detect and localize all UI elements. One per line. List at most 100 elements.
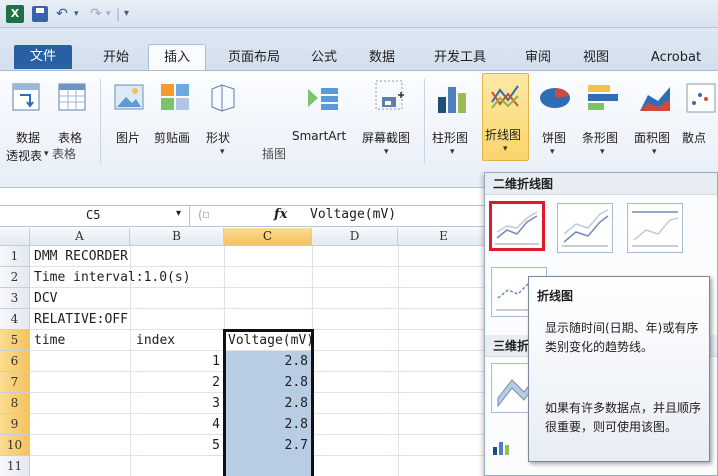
row-header-5[interactable]: 5 xyxy=(0,330,30,351)
excel-logo-icon[interactable]: X xyxy=(6,5,24,23)
cell-b6[interactable]: 1 xyxy=(132,351,220,372)
smartart-icon xyxy=(308,88,338,110)
area-chart-button[interactable]: 面积图 ▾ xyxy=(632,75,676,163)
column-chart-button[interactable]: 柱形图 ▾ xyxy=(428,75,478,163)
row-header-2[interactable]: 2 xyxy=(0,267,30,288)
tooltip-usage-hint: 如果有许多数据点，并且顺序很重要，则可使用该图。 xyxy=(545,401,702,434)
bar-chart-icon xyxy=(588,85,618,110)
screenshot-button[interactable]: 屏幕截图 ▾ xyxy=(358,75,420,163)
row-header-6[interactable]: 6 xyxy=(0,351,30,372)
column-header-c[interactable]: C xyxy=(224,228,312,246)
shapes-label: 形状 xyxy=(206,131,231,145)
smartart-button[interactable]: SmartArt xyxy=(288,75,358,145)
picture-label: 图片 xyxy=(116,131,141,145)
pivot-table-icon xyxy=(12,83,40,111)
tab-acrobat[interactable]: Acrobat xyxy=(640,47,712,70)
row-header-4[interactable]: 4 xyxy=(0,309,30,330)
cell-a1[interactable]: DMM RECORDER xyxy=(34,246,128,267)
table-button[interactable]: 表格 xyxy=(52,75,92,145)
column-header-e[interactable]: E xyxy=(398,228,490,246)
undo-dropdown-icon[interactable]: ▾ xyxy=(74,5,79,23)
tab-view[interactable]: 视图 xyxy=(576,47,616,70)
shapes-chevron-down-icon: ▾ xyxy=(220,147,225,157)
clipart-label: 剪贴画 xyxy=(154,131,191,145)
cell-c6[interactable]: 2.8 xyxy=(228,351,308,372)
row-header-11[interactable]: 11 xyxy=(0,456,30,476)
cell-c8[interactable]: 2.8 xyxy=(228,393,308,414)
formula-input[interactable]: Voltage(mV) xyxy=(310,207,396,222)
name-box[interactable]: C5 ▾ xyxy=(0,206,190,226)
percent-line-icon xyxy=(632,211,679,247)
picture-button[interactable]: 图片 xyxy=(106,75,150,145)
picture-icon xyxy=(114,84,144,110)
cell-a4[interactable]: RELATIVE:OFF xyxy=(34,309,128,330)
customize-qat-icon[interactable]: ▾ xyxy=(124,5,129,23)
select-all-corner[interactable] xyxy=(0,228,30,246)
clipart-icon xyxy=(161,84,189,110)
tab-data[interactable]: 数据 xyxy=(362,47,402,70)
worksheet-grid: A B C D E 1 2 3 4 5 6 7 8 9 10 11 DMM RE… xyxy=(0,228,490,476)
tab-developer[interactable]: 开发工具 xyxy=(420,47,500,70)
insert-function-icon[interactable]: fx xyxy=(274,207,287,222)
tab-page-layout[interactable]: 页面布局 xyxy=(216,47,292,70)
cell-a3[interactable]: DCV xyxy=(34,288,57,309)
group-illustrations-label: 插图 xyxy=(262,147,287,161)
row-header-8[interactable]: 8 xyxy=(0,393,30,414)
redo-dropdown-icon[interactable]: ▾ xyxy=(106,5,111,23)
scatter-chart-label: 散点 xyxy=(682,131,707,145)
cell-c7[interactable]: 2.8 xyxy=(228,372,308,393)
cell-a5[interactable]: time xyxy=(34,330,65,351)
row-header-7[interactable]: 7 xyxy=(0,372,30,393)
gallery-section-2d: 二维折线图 xyxy=(485,173,717,195)
row-header-10[interactable]: 10 xyxy=(0,435,30,456)
tab-home[interactable]: 开始 xyxy=(90,47,142,70)
shapes-button[interactable]: 形状 ▾ xyxy=(202,75,242,163)
cell-c10[interactable]: 2.7 xyxy=(228,435,308,456)
scatter-chart-icon xyxy=(686,83,716,113)
tab-file[interactable]: 文件 xyxy=(14,45,72,69)
row-header-3[interactable]: 3 xyxy=(0,288,30,309)
redo-icon[interactable]: ↷ xyxy=(90,5,102,23)
line-chart-label: 折线图 xyxy=(485,128,522,142)
area-chart-icon xyxy=(640,87,670,111)
quick-access-toolbar: X ↶ ▾ ↷ ▾ | ▾ xyxy=(0,0,718,28)
pivot-table-label-1: 数据 xyxy=(16,131,41,145)
undo-icon[interactable]: ↶ xyxy=(56,5,68,23)
column-header-a[interactable]: A xyxy=(30,228,130,246)
name-box-chevron-down-icon[interactable]: ▾ xyxy=(176,208,181,219)
line-chart-thumb-1[interactable] xyxy=(489,201,545,251)
tab-review[interactable]: 审阅 xyxy=(518,47,558,70)
table-row xyxy=(30,288,490,309)
cell-b5[interactable]: index xyxy=(136,330,175,351)
pivot-table-button[interactable]: 数据 透视表 ▾ xyxy=(6,75,49,163)
row-header-9[interactable]: 9 xyxy=(0,414,30,435)
cell-a2[interactable]: Time interval:1.0(s) xyxy=(34,267,191,288)
area-chevron-down-icon: ▾ xyxy=(652,147,657,157)
cell-c5[interactable]: Voltage(mV) xyxy=(228,330,314,351)
cell-c9[interactable]: 2.8 xyxy=(228,414,308,435)
save-icon[interactable] xyxy=(32,6,48,22)
line-chart-button[interactable]: 折线图 ▾ xyxy=(482,73,529,161)
cell-b7[interactable]: 2 xyxy=(132,372,220,393)
pie-chart-button[interactable]: 饼图 ▾ xyxy=(534,75,574,163)
stacked-line-chart-thumb[interactable] xyxy=(557,203,613,253)
stacked-line-icon xyxy=(562,209,609,247)
column-header-d[interactable]: D xyxy=(312,228,398,246)
pie-chevron-down-icon: ▾ xyxy=(550,147,555,157)
bar-chart-label: 条形图 xyxy=(582,131,619,145)
bar-chart-button[interactable]: 条形图 ▾ xyxy=(578,75,628,163)
clipart-button[interactable]: 剪贴画 xyxy=(150,75,200,145)
column-header-b[interactable]: B xyxy=(130,228,224,246)
formula-bar: C5 ▾ ( ▫ fx Voltage(mV) xyxy=(0,205,490,227)
cell-b10[interactable]: 5 xyxy=(132,435,220,456)
qat-separator: | xyxy=(116,7,121,21)
cell-b9[interactable]: 4 xyxy=(132,414,220,435)
all-chart-types-button[interactable] xyxy=(491,439,521,459)
tab-insert[interactable]: 插入 xyxy=(148,44,206,71)
cell-b8[interactable]: 3 xyxy=(132,393,220,414)
tab-formulas[interactable]: 公式 xyxy=(304,47,344,70)
percent-stacked-line-thumb[interactable] xyxy=(627,203,683,253)
row-header-1[interactable]: 1 xyxy=(0,246,30,267)
scatter-chart-button[interactable]: 散点 xyxy=(678,75,718,163)
pivot-table-label-2: 透视表 xyxy=(6,149,43,163)
